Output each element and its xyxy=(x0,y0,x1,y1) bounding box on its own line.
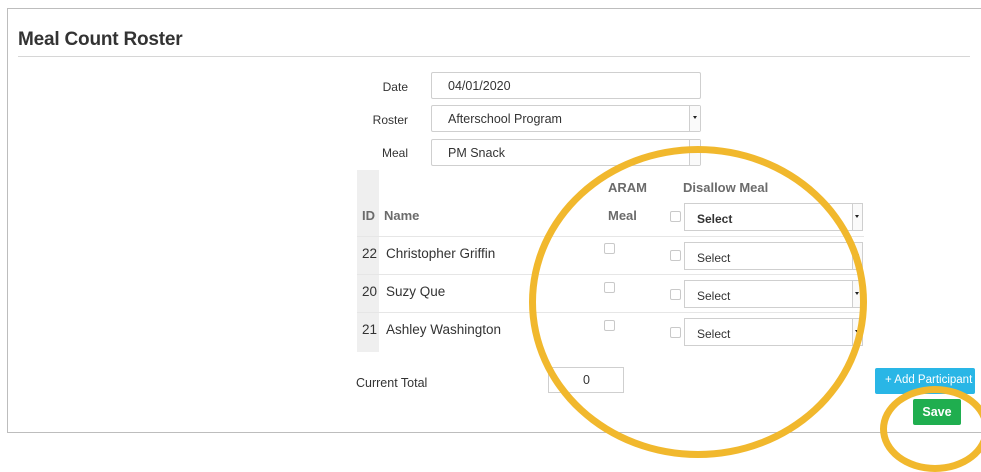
chevron-down-icon[interactable] xyxy=(852,243,862,269)
disallow-select-value: Select xyxy=(697,327,731,341)
disallow-checkbox[interactable] xyxy=(670,289,681,300)
meal-select-value: PM Snack xyxy=(448,146,505,160)
disallow-select-value: Select xyxy=(697,251,731,265)
roster-select[interactable]: Afterschool Program xyxy=(431,105,701,132)
save-button[interactable]: Save xyxy=(913,399,961,425)
disallow-all-select-value: Select xyxy=(697,212,733,226)
title-divider xyxy=(18,56,970,57)
row-name: Christopher Griffin xyxy=(386,246,496,261)
aram-header-top: ARAM xyxy=(608,180,647,195)
row-id: 20 xyxy=(362,284,378,299)
disallow-select[interactable]: Select xyxy=(684,242,863,270)
row-id: 21 xyxy=(362,322,378,337)
disallow-all-checkbox[interactable] xyxy=(670,211,681,222)
chevron-down-icon[interactable] xyxy=(689,140,700,165)
chevron-down-icon[interactable] xyxy=(852,281,862,307)
current-total-field[interactable]: 0 xyxy=(548,367,624,393)
row-divider xyxy=(357,312,864,313)
chevron-down-icon[interactable] xyxy=(852,319,862,345)
disallow-checkbox[interactable] xyxy=(670,250,681,261)
roster-label: Roster xyxy=(372,113,408,127)
disallow-select[interactable]: Select xyxy=(684,280,863,308)
meal-select[interactable]: PM Snack xyxy=(431,139,701,166)
id-header: ID xyxy=(362,208,375,223)
disallow-select[interactable]: Select xyxy=(684,318,863,346)
page-title: Meal Count Roster xyxy=(18,29,183,50)
disallow-select-value: Select xyxy=(697,289,731,303)
roster-select-value: Afterschool Program xyxy=(448,112,562,126)
row-divider xyxy=(357,236,864,237)
aram-header-bottom: Meal xyxy=(608,208,637,223)
meal-label: Meal xyxy=(381,146,408,160)
disallow-checkbox[interactable] xyxy=(670,327,681,338)
row-divider xyxy=(357,274,864,275)
date-input[interactable]: 04/01/2020 xyxy=(431,72,701,99)
chevron-down-icon[interactable] xyxy=(852,204,862,230)
row-name: Suzy Que xyxy=(386,284,446,299)
chevron-down-icon[interactable] xyxy=(689,106,700,131)
add-participant-button[interactable]: + Add Participant xyxy=(875,368,975,394)
name-header: Name xyxy=(384,208,420,223)
disallow-all-select[interactable]: Select xyxy=(684,203,863,231)
row-name: Ashley Washington xyxy=(386,322,502,337)
aram-meal-checkbox[interactable] xyxy=(604,320,615,331)
date-label: Date xyxy=(382,80,408,94)
aram-meal-checkbox[interactable] xyxy=(604,282,615,293)
disallow-meal-header: Disallow Meal xyxy=(683,180,769,195)
aram-meal-checkbox[interactable] xyxy=(604,243,615,254)
row-id: 22 xyxy=(362,246,378,261)
current-total-label: Current Total xyxy=(356,376,428,390)
